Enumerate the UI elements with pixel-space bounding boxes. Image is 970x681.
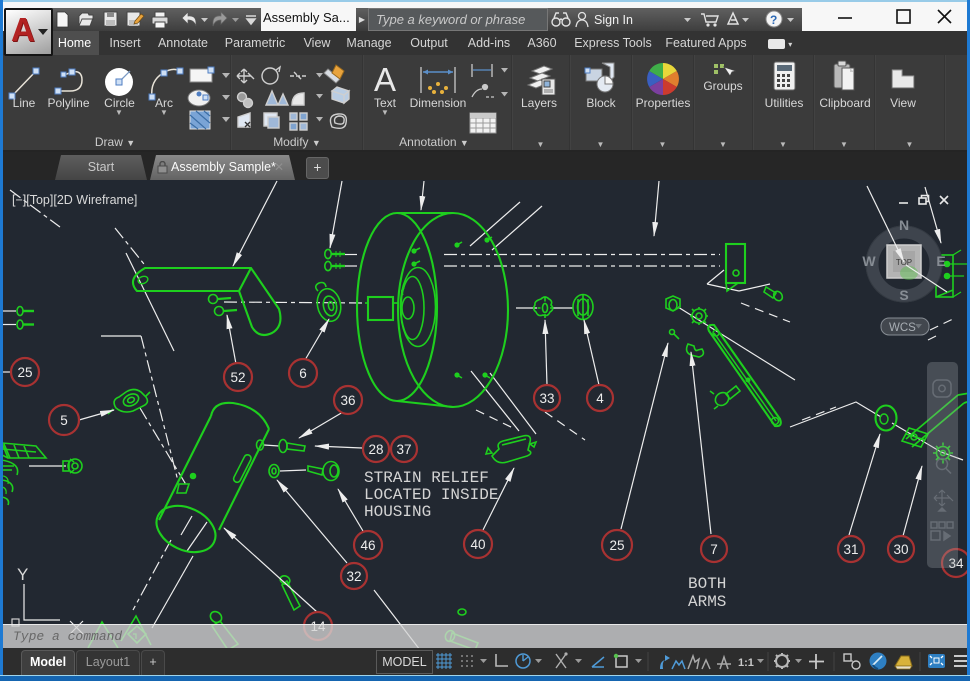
svg-text:HOUSING: HOUSING (364, 503, 431, 521)
svg-text:33: 33 (539, 391, 554, 406)
svg-text:7: 7 (710, 542, 718, 557)
svg-text:36: 36 (340, 393, 355, 408)
svg-text:25: 25 (17, 365, 32, 380)
svg-text:1:1: 1:1 (738, 657, 754, 669)
svg-text:[−][Top][2D Wireframe]: [−][Top][2D Wireframe] (12, 193, 137, 207)
svg-text:ARMS: ARMS (688, 593, 726, 611)
svg-text:4: 4 (596, 391, 604, 406)
svg-text:52: 52 (230, 370, 245, 385)
svg-text:STRAIN RELIEF: STRAIN RELIEF (364, 469, 489, 487)
svg-text:25: 25 (609, 538, 624, 553)
svg-text:Sign In: Sign In (594, 13, 633, 27)
svg-text:BOTH: BOTH (688, 575, 726, 593)
svg-text:TOP: TOP (896, 258, 912, 267)
svg-text:6: 6 (299, 366, 307, 381)
svg-text:S: S (899, 287, 908, 303)
svg-text:E: E (936, 253, 945, 269)
svg-text:40: 40 (470, 537, 485, 552)
svg-text:31: 31 (843, 542, 858, 557)
svg-text:32: 32 (346, 569, 361, 584)
svg-text:?: ? (770, 13, 777, 27)
svg-text:46: 46 (360, 538, 375, 553)
svg-text:W: W (862, 253, 876, 269)
svg-text:LOCATED INSIDE: LOCATED INSIDE (364, 486, 498, 504)
svg-text:37: 37 (396, 442, 411, 457)
svg-text:N: N (899, 217, 909, 233)
svg-text:5: 5 (60, 413, 68, 428)
svg-text:WCS: WCS (889, 322, 916, 334)
svg-text:Y: Y (17, 565, 28, 584)
svg-text:28: 28 (368, 442, 383, 457)
svg-text:30: 30 (893, 542, 908, 557)
